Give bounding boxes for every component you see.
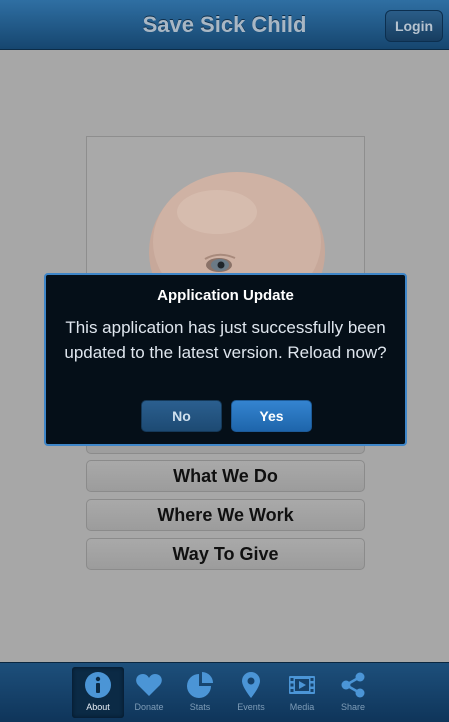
child-photo-illustration [87,137,364,285]
where-we-work-button[interactable]: Where We Work [86,499,365,531]
tab-label: Donate [134,702,164,712]
tab-stats[interactable]: Stats [174,667,226,718]
map-pin-icon [242,672,260,698]
tab-label: Stats [189,702,211,712]
dialog-title: Application Update [157,287,294,304]
no-button[interactable]: No [141,400,222,432]
update-dialog: Application Update This application has … [44,273,407,446]
yes-button[interactable]: Yes [231,400,312,432]
heart-icon [136,674,162,696]
dialog-message: This application has just successfully b… [64,318,387,362]
tab-media[interactable]: Media [276,667,328,718]
tab-share[interactable]: Share [327,667,379,718]
login-button[interactable]: Login [385,10,443,42]
app-header: Save Sick Child Login [0,0,449,50]
info-icon [85,672,111,698]
film-icon [289,676,315,694]
way-to-give-button[interactable]: Way To Give [86,538,365,570]
share-icon [341,672,365,698]
tab-events[interactable]: Events [225,667,277,718]
bottom-tab-bar: About Donate Stats Events Media Share [0,662,449,722]
app-title: Save Sick Child [142,12,307,37]
tab-label: About [86,702,110,712]
child-photo [86,136,365,286]
tab-donate[interactable]: Donate [123,667,175,718]
tab-label: Media [289,702,315,712]
what-we-do-button[interactable]: What We Do [86,460,365,492]
tab-label: Share [340,702,366,712]
pie-chart-icon [187,672,213,698]
tab-label: Events [237,702,265,712]
tab-about[interactable]: About [72,667,124,718]
